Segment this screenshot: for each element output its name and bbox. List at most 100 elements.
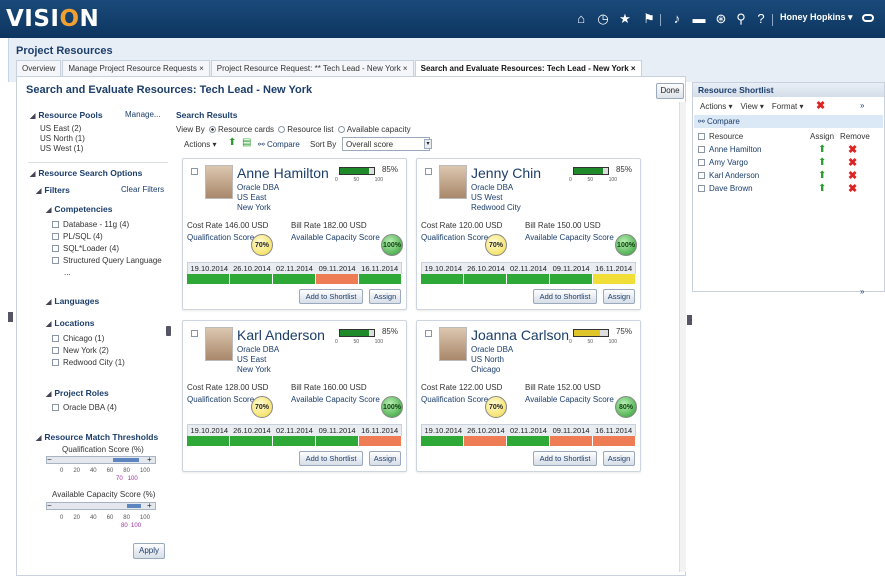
radio-available-capacity[interactable] [337, 126, 345, 133]
search-options-header[interactable]: ◢ Resource Search Options [30, 168, 142, 178]
assign-icon[interactable]: ⬆ [818, 144, 826, 155]
star-icon[interactable]: ★ [616, 10, 634, 28]
resource-card[interactable]: Joanna Carlson Oracle DBA US North Chicago… [416, 320, 641, 472]
chevron-down-icon[interactable]: ▾ [424, 139, 432, 149]
shortlist-resource-name[interactable]: Anne Hamilton [709, 145, 761, 154]
resource-name[interactable]: Jenny Chin [471, 165, 541, 181]
shortlist-row[interactable]: Dave Brown ⬆ ✖ [698, 182, 878, 196]
collapse-right-panel-icon[interactable] [687, 315, 692, 325]
resource-name[interactable]: Anne Hamilton [237, 165, 329, 181]
competency-item[interactable]: Database - 11g (4) [52, 219, 172, 231]
resource-name[interactable]: Karl Anderson [237, 327, 325, 343]
checkbox[interactable] [698, 185, 705, 192]
assign-button[interactable]: Assign [603, 451, 635, 466]
project-roles-header[interactable]: ◢ Project Roles [46, 388, 109, 398]
add-to-shortlist-button[interactable]: Add to Shortlist [299, 289, 363, 304]
checkbox[interactable] [698, 172, 705, 179]
assign-icon[interactable]: ⬆ [818, 157, 826, 168]
shortlist-format-menu[interactable]: Format ▾ [772, 102, 804, 111]
radio-resource-cards[interactable] [209, 126, 216, 133]
tab-overview[interactable]: Overview [16, 60, 62, 76]
assign-button[interactable]: Assign [369, 289, 401, 304]
compare-link[interactable]: ⚯ Compare [258, 140, 300, 149]
scrollbar[interactable] [679, 102, 686, 572]
competency-item[interactable]: SQL*Loader (4) [52, 243, 172, 255]
pool-item[interactable]: US North (1) [40, 134, 85, 144]
resource-card[interactable]: Jenny Chin Oracle DBA US West Redwood City… [416, 158, 641, 310]
search-icon[interactable]: ⚲ [732, 10, 750, 28]
card-checkbox[interactable] [425, 330, 432, 337]
competency-item[interactable]: PL/SQL (4) [52, 231, 172, 243]
remove-icon[interactable]: ✖ [848, 143, 857, 156]
accessibility-icon[interactable]: ⊛ [712, 10, 730, 28]
manage-link[interactable]: Manage... [125, 110, 161, 119]
location-item[interactable]: Chicago (1) [52, 333, 125, 345]
shortlist-resource-name[interactable]: Dave Brown [709, 184, 753, 193]
sort-by-select[interactable]: Overall score [342, 137, 430, 151]
shortlist-resource-name[interactable]: Karl Anderson [709, 171, 759, 180]
add-to-shortlist-button[interactable]: Add to Shortlist [533, 451, 597, 466]
help-icon[interactable]: ? [752, 10, 770, 28]
location-item[interactable]: New York (2) [52, 345, 125, 357]
plus-icon[interactable]: + [147, 502, 155, 510]
checkbox[interactable] [52, 245, 59, 252]
languages-header[interactable]: ◢ Languages [46, 296, 99, 306]
done-button[interactable]: Done [656, 83, 684, 99]
more-icon[interactable]: » [860, 101, 864, 110]
checkbox[interactable] [52, 233, 59, 240]
assign-icon[interactable]: ⬆ [818, 183, 826, 194]
checkbox[interactable] [52, 221, 59, 228]
checkbox[interactable] [52, 347, 59, 354]
filters-header[interactable]: ◢ Filters [36, 185, 70, 195]
competency-item[interactable]: Structured Query Language [52, 255, 172, 267]
more-icon[interactable]: » [860, 287, 864, 296]
home-icon[interactable]: ⌂ [572, 10, 590, 28]
thresholds-header[interactable]: ◢ Resource Match Thresholds [36, 432, 158, 442]
card-checkbox[interactable] [425, 168, 432, 175]
bell-icon[interactable]: ♪ [668, 10, 686, 28]
collapse-left-panel-icon[interactable] [166, 326, 171, 336]
checkbox[interactable] [52, 257, 59, 264]
remove-icon[interactable]: ✖ [848, 156, 857, 169]
clear-filters-link[interactable]: Clear Filters [121, 185, 164, 194]
delete-icon[interactable]: ✖ [816, 99, 825, 112]
checkbox[interactable] [698, 133, 705, 140]
qualification-slider[interactable]: − + [46, 456, 156, 464]
checkbox[interactable] [698, 146, 705, 153]
shortlist-compare-link[interactable]: ⚯ Compare [694, 115, 883, 128]
pool-item[interactable]: US West (1) [40, 144, 85, 154]
checkbox[interactable] [52, 335, 59, 342]
shortlist-actions-menu[interactable]: Actions ▾ [700, 102, 732, 111]
minus-icon[interactable]: − [47, 456, 55, 464]
plus-icon[interactable]: + [147, 456, 155, 464]
shortlist-view-menu[interactable]: View ▾ [740, 102, 763, 111]
resource-card[interactable]: Anne Hamilton Oracle DBA US East New York … [182, 158, 407, 310]
card-checkbox[interactable] [191, 330, 198, 337]
power-icon[interactable] [862, 14, 874, 22]
checkbox[interactable] [698, 159, 705, 166]
remove-icon[interactable]: ✖ [848, 182, 857, 195]
tab-manage-requests[interactable]: Manage Project Resource Requests × [62, 60, 210, 76]
assign-icon[interactable]: ⬆ [818, 170, 826, 181]
tab-resource-request[interactable]: Project Resource Request: ** Tech Lead -… [210, 60, 414, 76]
tab-search-evaluate[interactable]: Search and Evaluate Resources: Tech Lead… [414, 60, 642, 76]
radio-resource-list[interactable] [278, 126, 286, 133]
clock-icon[interactable]: ◷ [594, 10, 612, 28]
checkbox[interactable] [52, 404, 59, 411]
minus-icon[interactable]: − [47, 502, 55, 510]
user-menu[interactable]: Honey Hopkins ▾ [780, 12, 853, 23]
apply-button[interactable]: Apply [133, 543, 165, 559]
pool-item[interactable]: US East (2) [40, 124, 85, 134]
actions-menu[interactable]: Actions ▾ [184, 140, 216, 149]
capacity-slider[interactable]: − + [46, 502, 156, 510]
location-item[interactable]: Redwood City (1) [52, 357, 125, 369]
add-to-shortlist-icon[interactable]: ⬆ [228, 137, 236, 148]
expand-side-icon[interactable] [8, 312, 13, 322]
checkbox[interactable] [52, 359, 59, 366]
resource-card[interactable]: Karl Anderson Oracle DBA US East New York … [182, 320, 407, 472]
resource-name[interactable]: Joanna Carlson [471, 327, 569, 343]
card-checkbox[interactable] [191, 168, 198, 175]
app-logo[interactable]: VISION [6, 6, 99, 32]
remove-icon[interactable]: ✖ [848, 169, 857, 182]
assign-button[interactable]: Assign [369, 451, 401, 466]
